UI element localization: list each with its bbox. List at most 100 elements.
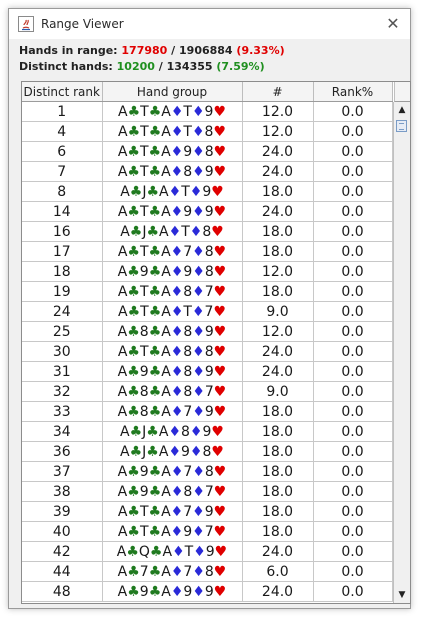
rank-percent-cell: 0.0 — [313, 201, 393, 222]
distinct-rank-cell: 40 — [22, 521, 103, 542]
hand-group-cell: A♣T♣A♦7♦8♥ — [102, 241, 243, 262]
distinct-total-value: / 134355 — [154, 60, 217, 73]
hand-group-cell: A♣T♣A♦8♦9♥ — [102, 161, 243, 182]
rank-percent-cell: 0.0 — [313, 501, 393, 522]
table-row[interactable]: 37 A♣9♣A♦7♦8♥ 18.0 0.0 — [22, 461, 393, 482]
table-row[interactable]: 44 A♣7♣A♦7♦8♥ 6.0 0.0 — [22, 561, 393, 582]
rank-percent-cell: 0.0 — [313, 361, 393, 382]
count-cell: 9.0 — [242, 301, 314, 322]
distinct-rank-cell: 7 — [22, 161, 103, 182]
distinct-rank-cell: 33 — [22, 401, 103, 422]
table-row[interactable]: 33 A♣8♣A♦7♦9♥ 18.0 0.0 — [22, 401, 393, 422]
column-header-distinct-rank[interactable]: Distinct rank — [22, 82, 103, 102]
column-header-hand-group[interactable]: Hand group — [102, 82, 243, 102]
table-row[interactable]: 42 A♣Q♣A♦T♦9♥ 24.0 0.0 — [22, 541, 393, 562]
window-title: Range Viewer — [41, 17, 124, 31]
hands-label: Hands in range: — [19, 44, 122, 57]
count-cell: 12.0 — [242, 101, 314, 122]
hands-total-value: / 1906884 — [167, 44, 237, 57]
hand-group-cell: A♣8♣A♦7♦9♥ — [102, 401, 243, 422]
count-cell: 24.0 — [242, 341, 314, 362]
hand-group-cell: A♣T♣A♦T♦9♥ — [102, 101, 243, 122]
distinct-rank-cell: 16 — [22, 221, 103, 242]
table-row[interactable]: 19 A♣T♣A♦8♦7♥ 18.0 0.0 — [22, 281, 393, 302]
vertical-scrollbar[interactable]: ▲ ▼ — [393, 102, 410, 603]
rank-percent-cell: 0.0 — [313, 381, 393, 402]
distinct-rank-cell: 32 — [22, 381, 103, 402]
table-row[interactable]: 1 A♣T♣A♦T♦9♥ 12.0 0.0 — [22, 101, 393, 122]
scroll-thumb[interactable] — [396, 120, 407, 132]
table-row[interactable]: 16 A♣J♣A♦T♦8♥ 18.0 0.0 — [22, 221, 393, 242]
hand-group-cell: A♣9♣A♦7♦8♥ — [102, 461, 243, 482]
range-stats: Hands in range: 177980 / 1906884 (9.33%)… — [19, 43, 285, 75]
table-row[interactable]: 38 A♣9♣A♦8♦7♥ 18.0 0.0 — [22, 481, 393, 502]
hand-group-cell: A♣T♣A♦9♦9♥ — [102, 201, 243, 222]
distinct-rank-cell: 30 — [22, 341, 103, 362]
table-row[interactable]: 4 A♣T♣A♦T♦8♥ 12.0 0.0 — [22, 121, 393, 142]
table-row[interactable]: 30 A♣T♣A♦8♦8♥ 24.0 0.0 — [22, 341, 393, 362]
count-cell: 18.0 — [242, 441, 314, 462]
hand-group-cell: A♣J♣A♦T♦9♥ — [102, 181, 243, 202]
table-row[interactable]: 34 A♣J♣A♦8♦9♥ 18.0 0.0 — [22, 421, 393, 442]
distinct-hands-value: 10200 — [116, 60, 155, 73]
hands-in-range-line: Hands in range: 177980 / 1906884 (9.33%) — [19, 43, 285, 59]
hand-group-cell: A♣J♣A♦8♦9♥ — [102, 421, 243, 442]
hand-group-cell: A♣J♣A♦9♦8♥ — [102, 441, 243, 462]
table-header-row: Distinct rank Hand group # Rank% — [22, 82, 393, 102]
table-row[interactable]: 14 A♣T♣A♦9♦9♥ 24.0 0.0 — [22, 201, 393, 222]
rank-percent-cell: 0.0 — [313, 161, 393, 182]
table-row[interactable]: 40 A♣T♣A♦9♦7♥ 18.0 0.0 — [22, 521, 393, 542]
rank-percent-cell: 0.0 — [313, 321, 393, 342]
table-row[interactable]: 24 A♣T♣A♦T♦7♥ 9.0 0.0 — [22, 301, 393, 322]
scroll-up-arrow-icon[interactable]: ▲ — [394, 102, 410, 118]
table-row[interactable]: 36 A♣J♣A♦9♦8♥ 18.0 0.0 — [22, 441, 393, 462]
table-row[interactable]: 32 A♣8♣A♦8♦7♥ 9.0 0.0 — [22, 381, 393, 402]
distinct-rank-cell: 4 — [22, 121, 103, 142]
table-header-corner — [394, 82, 410, 102]
count-cell: 24.0 — [242, 361, 314, 382]
hand-group-cell: A♣T♣A♦T♦8♥ — [102, 121, 243, 142]
distinct-rank-cell: 31 — [22, 361, 103, 382]
count-cell: 6.0 — [242, 561, 314, 582]
rank-percent-cell: 0.0 — [313, 261, 393, 282]
distinct-rank-cell: 39 — [22, 501, 103, 522]
count-cell: 18.0 — [242, 521, 314, 542]
scroll-down-arrow-icon[interactable]: ▼ — [394, 587, 410, 603]
column-header-rank-percent[interactable]: Rank% — [313, 82, 393, 102]
hand-group-cell: A♣8♣A♦8♦9♥ — [102, 321, 243, 342]
hand-group-cell: A♣T♣A♦9♦8♥ — [102, 141, 243, 162]
distinct-percent: (7.59%) — [216, 60, 265, 73]
table-row[interactable]: 39 A♣T♣A♦7♦9♥ 18.0 0.0 — [22, 501, 393, 522]
hand-table[interactable]: Distinct rank Hand group # Rank% 1 A♣T♣A♦… — [21, 81, 411, 604]
hands-percent: (9.33%) — [236, 44, 285, 57]
rank-percent-cell: 0.0 — [313, 521, 393, 542]
close-button[interactable]: ✕ — [376, 9, 410, 39]
table-row[interactable]: 8 A♣J♣A♦T♦9♥ 18.0 0.0 — [22, 181, 393, 202]
table-row[interactable]: 18 A♣9♣A♦9♦8♥ 12.0 0.0 — [22, 261, 393, 282]
distinct-rank-cell: 14 — [22, 201, 103, 222]
count-cell: 12.0 — [242, 321, 314, 342]
table-row[interactable]: 7 A♣T♣A♦8♦9♥ 24.0 0.0 — [22, 161, 393, 182]
hand-group-cell: A♣9♣A♦8♦7♥ — [102, 481, 243, 502]
table-row[interactable]: 48 A♣9♣A♦9♦9♥ 24.0 0.0 — [22, 581, 393, 602]
table-row[interactable]: 6 A♣T♣A♦9♦8♥ 24.0 0.0 — [22, 141, 393, 162]
hand-group-cell: A♣T♣A♦8♦7♥ — [102, 281, 243, 302]
table-row[interactable]: 25 A♣8♣A♦8♦9♥ 12.0 0.0 — [22, 321, 393, 342]
rank-percent-cell: 0.0 — [313, 401, 393, 422]
rank-percent-cell: 0.0 — [313, 481, 393, 502]
count-cell: 24.0 — [242, 141, 314, 162]
rank-percent-cell: 0.0 — [313, 341, 393, 362]
table-row[interactable]: 31 A♣9♣A♦8♦9♥ 24.0 0.0 — [22, 361, 393, 382]
hand-group-cell: A♣9♣A♦9♦9♥ — [102, 581, 243, 602]
rank-percent-cell: 0.0 — [313, 421, 393, 442]
count-cell: 18.0 — [242, 281, 314, 302]
column-header-count[interactable]: # — [242, 82, 314, 102]
count-cell: 18.0 — [242, 401, 314, 422]
table-row[interactable]: 17 A♣T♣A♦7♦8♥ 18.0 0.0 — [22, 241, 393, 262]
rank-percent-cell: 0.0 — [313, 141, 393, 162]
distinct-rank-cell: 44 — [22, 561, 103, 582]
distinct-rank-cell: 37 — [22, 461, 103, 482]
count-cell: 12.0 — [242, 261, 314, 282]
title-bar: Range Viewer ✕ — [9, 9, 410, 39]
rank-percent-cell: 0.0 — [313, 581, 393, 602]
